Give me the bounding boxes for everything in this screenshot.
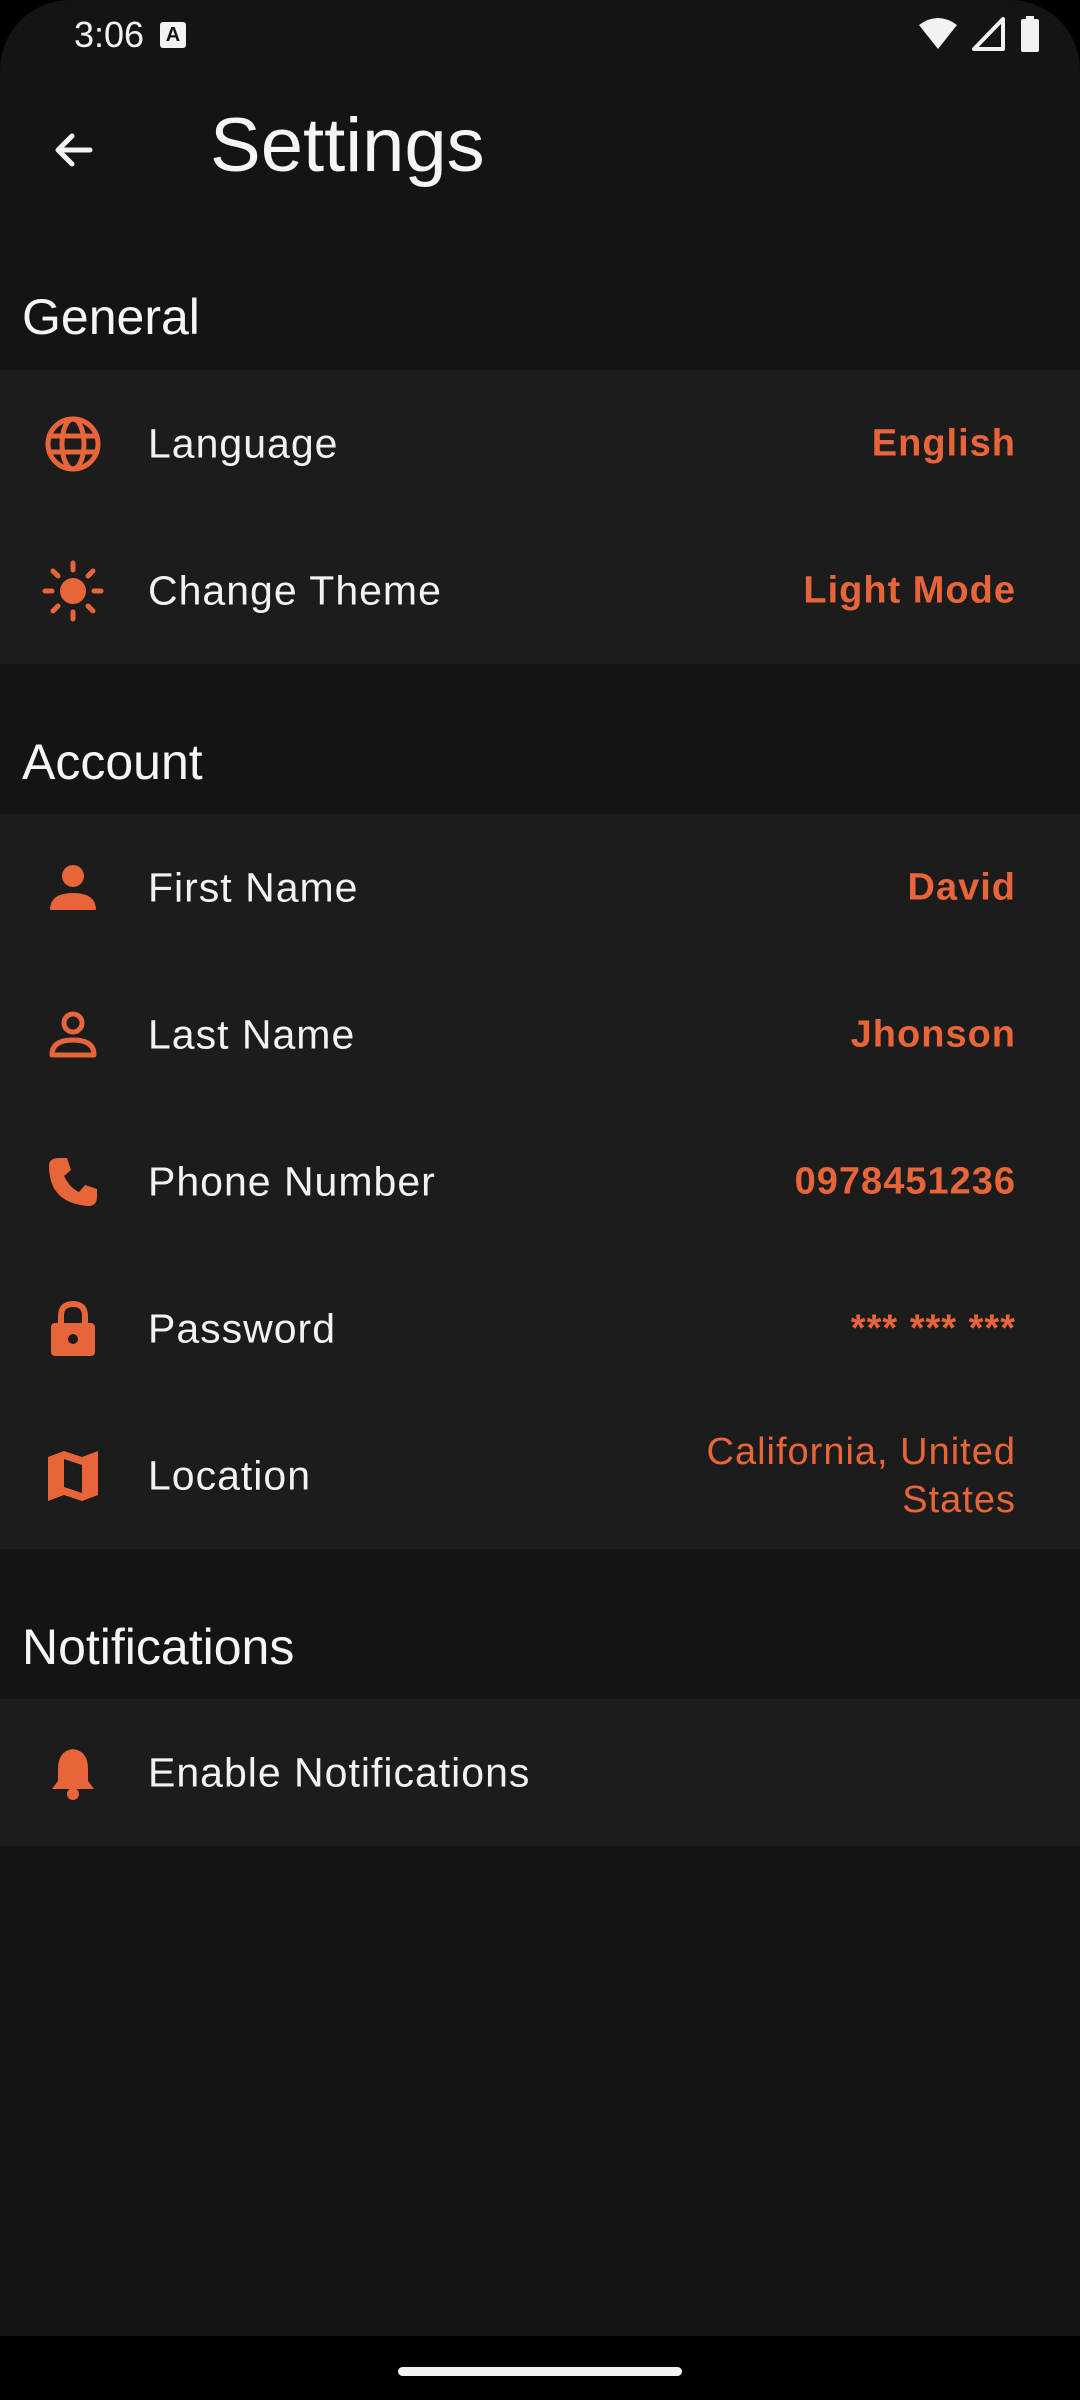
setting-value: Light Mode — [803, 569, 1016, 611]
status-icons — [918, 16, 1040, 52]
setting-value: English — [871, 422, 1016, 464]
back-arrow-icon — [55, 133, 93, 167]
setting-row-theme[interactable]: Change Theme Light Mode — [0, 517, 1080, 664]
status-bar: 3:06 A — [0, 0, 1080, 72]
person-outline-icon — [40, 1002, 106, 1068]
setting-value: 0978451236 — [794, 1160, 1016, 1202]
setting-label: Phone Number — [148, 1158, 436, 1204]
signal-icon — [972, 17, 1005, 51]
setting-row-password[interactable]: Password *** *** *** — [0, 1255, 1080, 1402]
setting-value: David — [907, 866, 1016, 908]
bell-icon — [40, 1740, 106, 1806]
section-header-account: Account — [22, 734, 203, 790]
setting-value: *** *** *** — [850, 1307, 1016, 1349]
back-button[interactable] — [36, 112, 112, 188]
setting-label: Password — [148, 1305, 337, 1351]
status-time: 3:06 — [74, 14, 145, 55]
setting-row-phone[interactable]: Phone Number 0978451236 — [0, 1108, 1080, 1255]
setting-label: Language — [148, 420, 339, 466]
section-header-general: General — [22, 289, 200, 345]
notification-a-icon: A — [160, 22, 186, 48]
setting-label: Location — [148, 1452, 312, 1498]
person-icon — [40, 855, 106, 921]
sun-icon — [40, 558, 106, 624]
page-title: Settings — [210, 103, 485, 188]
phone-icon — [40, 1149, 106, 1215]
settings-screen: 3:06 A Settings General Language English… — [0, 0, 1080, 2400]
wifi-icon — [919, 18, 957, 49]
setting-label: Change Theme — [148, 567, 442, 613]
battery-icon — [1021, 16, 1039, 52]
account-card: First Name David Last Name Jhonson Phone… — [0, 814, 1080, 1549]
setting-row-first-name[interactable]: First Name David — [0, 814, 1080, 961]
setting-label: First Name — [148, 864, 359, 910]
setting-row-language[interactable]: Language English — [0, 370, 1080, 517]
general-card: Language English Change Theme Light Mode — [0, 370, 1080, 664]
setting-row-location[interactable]: Location California, United States — [0, 1402, 1080, 1549]
notifications-card: Enable Notifications — [0, 1699, 1080, 1846]
section-header-notifications: Notifications — [22, 1619, 295, 1675]
setting-label: Last Name — [148, 1011, 356, 1057]
globe-icon — [40, 411, 106, 477]
app-bar: Settings — [0, 72, 1080, 220]
setting-row-notifications[interactable]: Enable Notifications — [0, 1699, 1080, 1846]
setting-value: Jhonson — [850, 1013, 1016, 1055]
setting-value: California, United States — [706, 1430, 1016, 1521]
home-gesture-handle[interactable] — [398, 2367, 682, 2376]
lock-icon — [40, 1296, 106, 1362]
map-icon — [40, 1443, 106, 1509]
setting-row-last-name[interactable]: Last Name Jhonson — [0, 961, 1080, 1108]
setting-label: Enable Notifications — [148, 1749, 531, 1795]
